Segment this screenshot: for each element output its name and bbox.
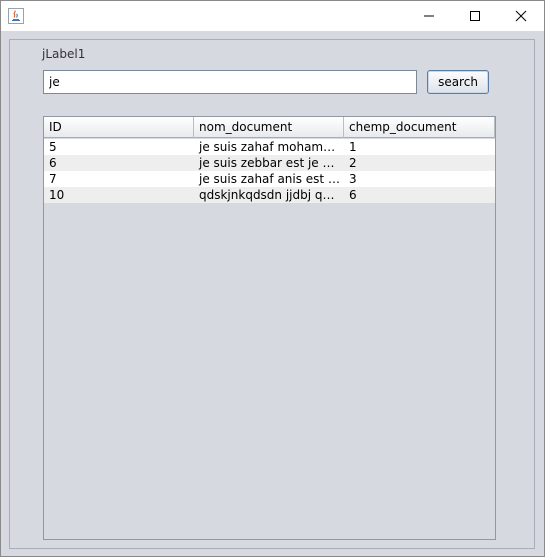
minimize-icon [424, 15, 434, 17]
table-row[interactable]: 7 je suis zahaf anis est je... 3 [44, 171, 495, 187]
column-header-id[interactable]: ID [44, 117, 194, 138]
cell-nom-document: je suis zahaf anis est je... [199, 172, 344, 186]
close-icon [515, 10, 527, 22]
table-row[interactable]: 6 je suis zebbar est je sui... 2 [44, 155, 495, 171]
cell-chemp-document: 1 [349, 140, 357, 154]
column-header-chemp-document[interactable]: chemp_document [344, 117, 495, 138]
table-row[interactable]: 5 je suis zahaf mohamed... 1 [44, 139, 495, 155]
search-input[interactable] [43, 70, 417, 94]
cell-chemp-document: 2 [349, 156, 357, 170]
title-bar[interactable] [1, 1, 544, 31]
application-window: jLabel1 search ID nom_document chemp_doc… [0, 0, 545, 557]
java-icon[interactable] [8, 8, 24, 24]
table-header: ID nom_document chemp_document [44, 117, 495, 138]
results-table[interactable]: ID nom_document chemp_document 5 je suis… [43, 116, 496, 540]
cell-nom-document: je suis zahaf mohamed... [199, 140, 344, 154]
table-row[interactable]: 10 qdskjnkqdsdn jjdbj qdvy... 6 [44, 187, 495, 203]
cell-id: 5 [49, 140, 57, 154]
column-header-nom-document[interactable]: nom_document [194, 117, 344, 138]
cell-id: 10 [49, 188, 65, 202]
maximize-icon [470, 11, 480, 21]
cell-id: 6 [49, 156, 57, 170]
table-body: 5 je suis zahaf mohamed... 1 6 je suis z… [44, 139, 495, 203]
cell-nom-document: qdskjnkqdsdn jjdbj qdvy... [199, 188, 344, 202]
maximize-button[interactable] [452, 1, 498, 31]
content-pane: jLabel1 search ID nom_document chemp_doc… [1, 31, 544, 556]
search-button[interactable]: search [427, 70, 489, 94]
cell-nom-document: je suis zebbar est je sui... [199, 156, 344, 170]
cell-chemp-document: 3 [349, 172, 357, 186]
close-button[interactable] [498, 1, 544, 31]
cell-chemp-document: 6 [349, 188, 357, 202]
minimize-button[interactable] [406, 1, 452, 31]
form-label: jLabel1 [42, 47, 86, 61]
cell-id: 7 [49, 172, 57, 186]
